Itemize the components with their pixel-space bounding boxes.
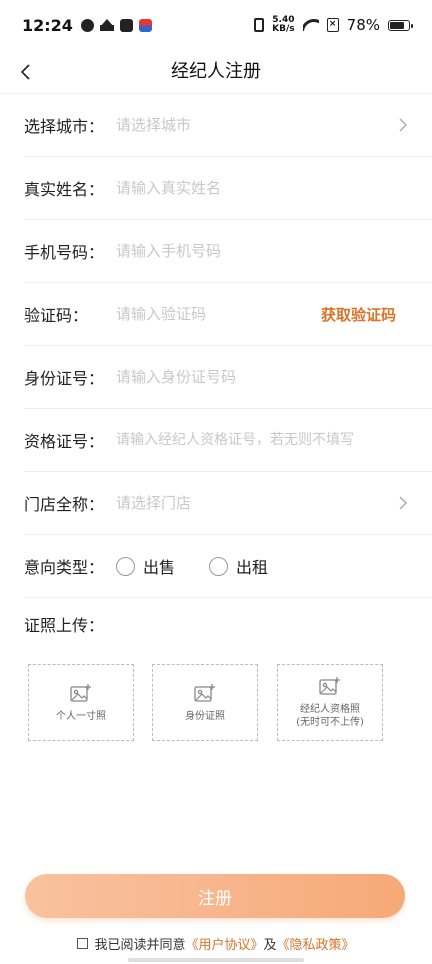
name-row: 真实姓名：: [24, 157, 432, 220]
chevron-right-icon: [399, 118, 407, 132]
intent-radio-sell[interactable]: 出售: [116, 554, 175, 578]
nav-bar: 经纪人注册: [0, 50, 432, 94]
network-speed: 5.40 KB/s: [272, 16, 294, 34]
status-notification-icons: [80, 18, 152, 32]
wifi-icon: [302, 19, 319, 31]
upload-label: 经纪人资格照: [300, 704, 360, 715]
phone-row: 手机号码：: [24, 220, 432, 283]
name-input[interactable]: [116, 173, 410, 203]
license-input[interactable]: [116, 425, 410, 455]
battery-percent: 78%: [346, 16, 380, 34]
status-system-icons: 5.40 KB/s × 78%: [254, 16, 413, 34]
agreement-conjunction: 及: [263, 938, 277, 953]
agreement: 我已阅读并同意 《用户协议》 及 《隐私政策》: [0, 934, 432, 953]
name-label: 真实姓名：: [24, 180, 105, 199]
chevron-right-icon: [399, 496, 407, 510]
vibrate-icon: [254, 18, 265, 32]
radio-label: 出租: [236, 558, 269, 577]
id-number-input[interactable]: [116, 362, 410, 392]
upload-title: 证照上传：: [24, 616, 105, 635]
code-input[interactable]: [116, 299, 321, 329]
phone-label: 手机号码：: [24, 243, 105, 262]
agreement-prefix: 我已阅读并同意: [94, 938, 186, 953]
add-image-icon: [194, 683, 215, 702]
privacy-policy-link[interactable]: 《隐私政策》: [277, 934, 355, 953]
crown-icon: [99, 19, 114, 31]
get-code-button[interactable]: 获取验证码: [321, 304, 396, 325]
register-form: 选择城市： 真实姓名： 手机号码： 验证码： 获取验证码 身份证号： 资格证号：…: [24, 94, 432, 598]
battery-icon: [388, 19, 413, 31]
intent-label: 意向类型：: [24, 558, 105, 577]
radio-label: 出售: [143, 558, 176, 577]
city-label: 选择城市：: [24, 117, 105, 136]
store-row[interactable]: 门店全称：: [24, 472, 432, 535]
upload-photo-button[interactable]: 个人一寸照: [28, 664, 134, 741]
upload-id-card-button[interactable]: 身份证照: [152, 664, 258, 741]
radio-circle: [209, 556, 229, 576]
id-number-row: 身份证号：: [24, 346, 432, 409]
license-row: 资格证号：: [24, 409, 432, 472]
app-badge-icon: [138, 18, 152, 32]
no-sim-icon: ×: [326, 18, 339, 32]
upload-label: 个人一寸照: [56, 710, 106, 722]
upload-label: 身份证照: [185, 710, 225, 722]
add-image-icon: [70, 683, 91, 702]
page-title: 经纪人注册: [171, 61, 261, 82]
register-button[interactable]: 注册: [25, 874, 405, 918]
intent-row: 意向类型： 出售 出租: [24, 535, 432, 598]
city-select[interactable]: [116, 110, 396, 140]
intent-radio-rent[interactable]: 出租: [209, 554, 268, 578]
code-label: 验证码：: [24, 306, 89, 325]
app-notification-icon: [80, 18, 94, 32]
intent-radio-group: 出售 出租: [116, 554, 302, 578]
id-number-label: 身份证号：: [24, 369, 105, 388]
back-button[interactable]: [14, 60, 38, 84]
code-row: 验证码： 获取验证码: [24, 283, 432, 346]
status-bar: 12:24 5.40 KB/s × 78%: [0, 0, 432, 50]
radio-circle: [116, 556, 135, 576]
store-select[interactable]: [116, 488, 396, 518]
agreement-checkbox[interactable]: [77, 938, 89, 949]
license-label: 资格证号：: [24, 432, 105, 451]
network-speed-unit: KB/s: [272, 24, 295, 34]
upload-license-button[interactable]: 经纪人资格照 (无时可不上传): [277, 664, 383, 741]
add-image-icon: [319, 677, 340, 695]
city-row[interactable]: 选择城市：: [24, 94, 432, 157]
chevron-left-icon: [20, 64, 30, 80]
store-label: 门店全称：: [24, 495, 105, 514]
battery-fill: [390, 21, 405, 29]
user-agreement-link[interactable]: 《用户协议》: [185, 934, 263, 953]
status-time: 12:24: [22, 15, 73, 35]
phone-input[interactable]: [116, 236, 410, 266]
home-indicator: [128, 958, 304, 962]
upload-sublabel: (无时可不上传): [296, 717, 364, 728]
mail-icon: [119, 18, 133, 32]
